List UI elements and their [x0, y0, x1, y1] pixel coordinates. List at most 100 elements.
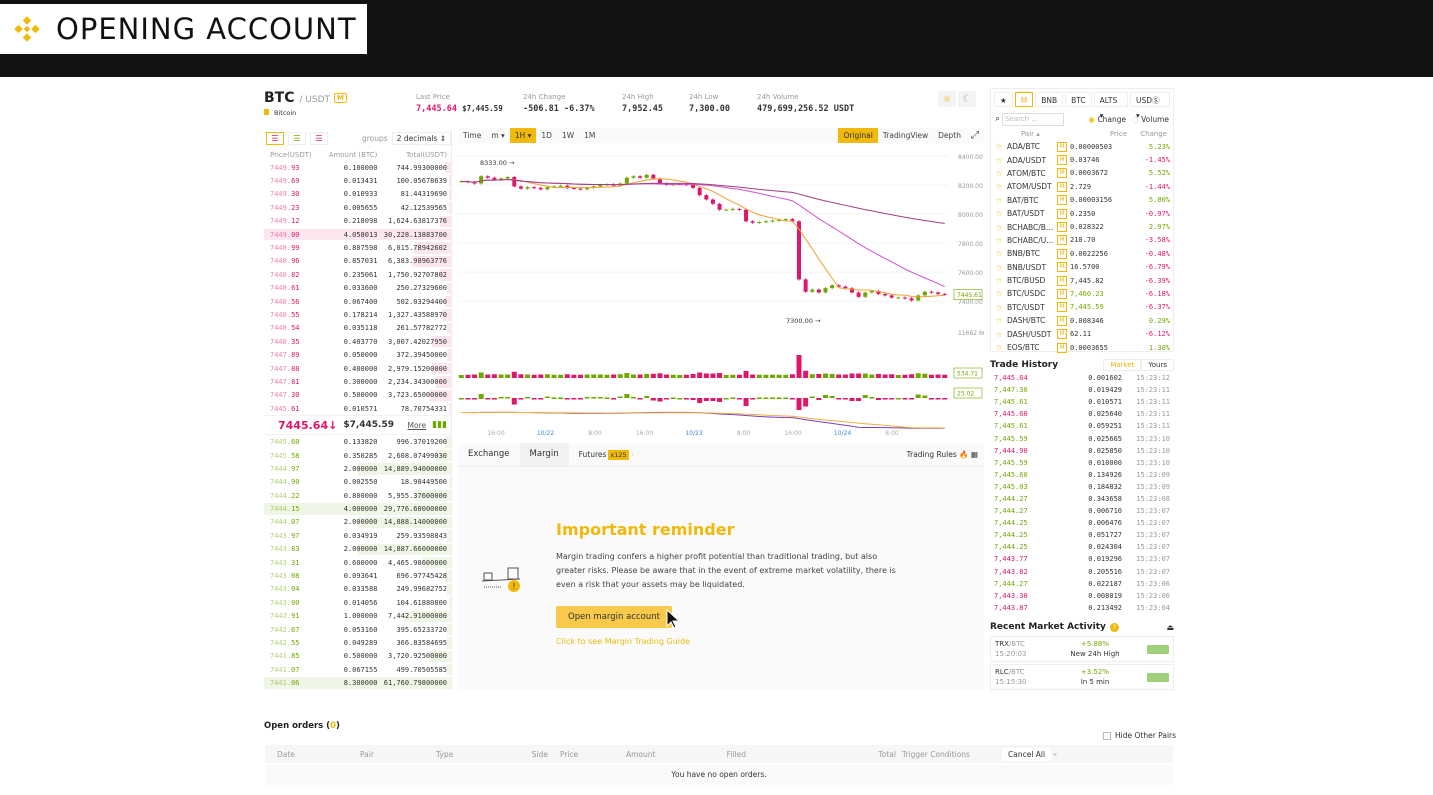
- bid-row[interactable]: 7444.97 2.000000 14,889.94000000: [264, 462, 451, 475]
- bid-row[interactable]: 7441.07 0.067155 499.70505585: [264, 663, 451, 676]
- market-row[interactable]: ☆ EOS/BTC M 0.0003655 1.30%: [991, 341, 1173, 354]
- ask-row[interactable]: 7449.23 0.005655 42.12539565: [264, 201, 451, 214]
- bid-row[interactable]: 7443.83 2.000000 14,887.66000000: [264, 543, 451, 556]
- ask-row[interactable]: 7447.30 0.500000 3,723.65000000: [264, 389, 451, 402]
- bid-row[interactable]: 7443.04 0.033588 249.99682752: [264, 583, 451, 596]
- radio-change[interactable]: ◉ Change: [1089, 115, 1127, 124]
- market-row[interactable]: ☆ BCHABC/B... M 0.028322 2.97%: [991, 220, 1173, 233]
- ask-row[interactable]: 7447.89 0.050000 372.39450000: [264, 348, 451, 361]
- star-icon[interactable]: ☆: [991, 182, 1007, 191]
- tab-margin-markets[interactable]: M: [1014, 92, 1034, 107]
- radio-volume[interactable]: ○ Volume: [1132, 115, 1169, 124]
- market-row[interactable]: ☆ BTC/USDC M 7,460.23 -6.18%: [991, 287, 1173, 300]
- col-market-price[interactable]: Price: [1071, 130, 1127, 138]
- market-row[interactable]: ☆ ADA/BTC M 0.00000503 5.23%: [991, 140, 1173, 153]
- bid-row[interactable]: 7443.00 0.014056 104.61880800: [264, 596, 451, 609]
- market-row[interactable]: ☆ BAT/BTC M 0.00003156 5.80%: [991, 194, 1173, 207]
- book-bids-icon[interactable]: ☰: [288, 131, 306, 145]
- market-search-input[interactable]: Search ...: [1002, 112, 1065, 126]
- ask-row[interactable]: 7448.55 0.178214 1,327.43588970: [264, 308, 451, 321]
- activity-item[interactable]: TRX/BTC 15:20:03 +5.88% New 24h High: [990, 636, 1174, 662]
- margin-guide-link[interactable]: Click to see Margin Trading Guide: [556, 637, 690, 646]
- market-row[interactable]: ☆ BCHABC/U... M 210.70 -3.58%: [991, 234, 1173, 247]
- tab-futures[interactable]: Futures x125 ›: [569, 443, 644, 466]
- star-icon[interactable]: ☆: [991, 223, 1007, 232]
- ask-row[interactable]: 7448.35 0.403770 3,007.42027950: [264, 335, 451, 348]
- star-icon[interactable]: ☆: [991, 330, 1007, 339]
- moon-icon[interactable]: ☾: [958, 91, 976, 107]
- market-row[interactable]: ☆ ADA/USDT M 0.03746 -1.45%: [991, 153, 1173, 166]
- tab-your-trades[interactable]: Yours: [1141, 359, 1174, 371]
- ask-row[interactable]: 7448.61 0.033600 250.27329600: [264, 282, 451, 295]
- cancel-all-button[interactable]: Cancel All: [1002, 747, 1052, 761]
- hide-other-pairs-checkbox[interactable]: Hide Other Pairs: [1103, 731, 1176, 740]
- market-row[interactable]: ☆ DASH/USDT M 62.11 -6.12%: [991, 327, 1173, 340]
- bid-row[interactable]: 7442.67 0.053160 395.65233720: [264, 623, 451, 636]
- tab-usd[interactable]: USDⓈ ▾: [1130, 92, 1170, 120]
- col-change[interactable]: Change: [1127, 130, 1167, 138]
- star-icon[interactable]: ☆: [991, 289, 1007, 298]
- interval-1m[interactable]: 1M: [579, 128, 600, 143]
- star-icon[interactable]: ☆: [991, 196, 1007, 205]
- bid-row[interactable]: 7442.91 1.000000 7,442.91000000: [264, 610, 451, 623]
- interval-time[interactable]: Time: [458, 128, 486, 143]
- interval-minutes[interactable]: m ▾: [486, 128, 509, 143]
- collapse-icon[interactable]: ⏏: [1166, 623, 1174, 632]
- view-tradingview[interactable]: TradingView: [878, 128, 933, 143]
- col-pair[interactable]: Pair ▴: [1021, 130, 1071, 138]
- bid-row[interactable]: 7445.58 0.350285 2,608.07499030: [264, 449, 451, 462]
- star-icon[interactable]: ☆: [991, 209, 1007, 218]
- ask-row[interactable]: 7448.56 0.067400 502.03294400: [264, 295, 451, 308]
- star-icon[interactable]: ☆: [991, 303, 1007, 312]
- market-row[interactable]: ☆ BTC/BUSD M 7,445.82 -6.39%: [991, 274, 1173, 287]
- bid-row[interactable]: 7443.97 0.034919 259.93598843: [264, 529, 451, 542]
- market-row[interactable]: ☆ ATOM/USDT M 2.729 -1.44%: [991, 180, 1173, 193]
- ask-row[interactable]: 7447.88 0.400000 2,979.15200000: [264, 362, 451, 375]
- star-icon[interactable]: ☆: [991, 156, 1007, 165]
- ask-row[interactable]: 7449.93 0.100000 744.99300000: [264, 161, 451, 174]
- book-asks-icon[interactable]: ☰: [310, 131, 328, 145]
- open-margin-account-button[interactable]: Open margin account: [556, 606, 672, 628]
- star-icon[interactable]: ☆: [991, 142, 1007, 151]
- bid-row[interactable]: 7444.15 4.000000 29,776.60000000: [264, 502, 451, 515]
- bid-row[interactable]: 7441.85 0.500000 3,720.92500000: [264, 650, 451, 663]
- tab-exchange[interactable]: Exchange: [458, 443, 520, 466]
- more-link[interactable]: More: [408, 421, 427, 430]
- ask-row[interactable]: 7448.54 0.035118 261.57782772: [264, 322, 451, 335]
- market-row[interactable]: ☆ DASH/BTC M 0.008346 0.29%: [991, 314, 1173, 327]
- star-icon[interactable]: ☆: [991, 236, 1007, 245]
- star-icon[interactable]: ☆: [991, 316, 1007, 325]
- trading-rules-link[interactable]: Trading Rules 🔥 ▦: [907, 443, 984, 466]
- help-icon[interactable]: ?: [1109, 622, 1119, 632]
- price-chart[interactable]: 8400.00 8200.00 8000.00 7800.00 7600.00 7400.…: [458, 143, 984, 440]
- tab-bnb[interactable]: BNB: [1035, 92, 1064, 107]
- tab-favorites[interactable]: ★: [994, 92, 1013, 107]
- book-both-icon[interactable]: ☰: [266, 131, 284, 145]
- tab-margin[interactable]: Margin: [519, 443, 569, 466]
- ask-row[interactable]: 7447.81 0.300000 2,234.34300000: [264, 375, 451, 388]
- interval-1w[interactable]: 1W: [557, 128, 579, 143]
- decimals-select[interactable]: 2 decimals ⇕: [391, 131, 451, 145]
- star-icon[interactable]: ☆: [991, 263, 1007, 272]
- star-icon[interactable]: ☆: [991, 343, 1007, 352]
- fullscreen-icon[interactable]: ⤢: [966, 128, 984, 143]
- interval-1d[interactable]: 1D: [536, 128, 557, 143]
- ask-row[interactable]: 7449.30 0.010933 81.44319690: [264, 188, 451, 201]
- tab-btc[interactable]: BTC: [1065, 92, 1092, 107]
- activity-item[interactable]: RLC/BTC 15:15:30 +3.52% In 5 min: [990, 664, 1174, 690]
- bid-row[interactable]: 7444.07 2.000000 14,888.14000000: [264, 516, 451, 529]
- market-row[interactable]: ☆ ATOM/BTC M 0.0003672 5.52%: [991, 167, 1173, 180]
- bid-row[interactable]: 7443.08 0.093641 696.97745428: [264, 569, 451, 582]
- ask-row[interactable]: 7445.61 0.010571 78.70754331: [264, 402, 451, 415]
- ask-row[interactable]: 7448.96 0.857031 6,383.98963776: [264, 255, 451, 268]
- view-original[interactable]: Original: [838, 128, 878, 143]
- market-row[interactable]: ☆ BTC/USDT M 7,445.59 -6.37%: [991, 301, 1173, 314]
- ask-row[interactable]: 7448.99 0.807598 6,015.78942602: [264, 241, 451, 254]
- sun-icon[interactable]: ☼: [938, 91, 956, 107]
- bid-row[interactable]: 7443.31 0.600000 4,465.98600000: [264, 556, 451, 569]
- market-row[interactable]: ☆ BNB/BTC M 0.0022256 -0.48%: [991, 247, 1173, 260]
- bid-row[interactable]: 7444.90 0.002550 18.98449500: [264, 476, 451, 489]
- bid-row[interactable]: 7442.55 0.049289 366.83584695: [264, 636, 451, 649]
- ask-row[interactable]: 7449.69 0.013431 100.05678639: [264, 174, 451, 187]
- view-depth[interactable]: Depth: [933, 128, 966, 143]
